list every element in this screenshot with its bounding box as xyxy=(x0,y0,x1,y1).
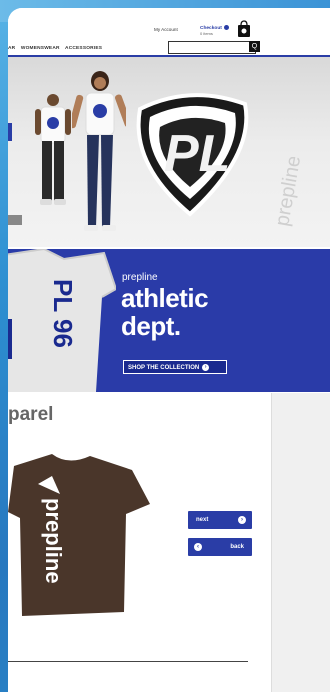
checkout-arrow-icon xyxy=(223,25,229,30)
cart-count: 0 items xyxy=(200,31,213,36)
hero-slider-tab[interactable] xyxy=(8,215,22,225)
nav-item-womenswear[interactable]: WOMENSWEAR xyxy=(21,46,60,51)
arrow-right-icon: › xyxy=(238,516,246,524)
page-frame: My Account Checkout 0 items Q AR WOMENSW… xyxy=(8,8,330,692)
search-input[interactable] xyxy=(168,41,256,54)
banner-headline-2: dept. xyxy=(121,311,181,341)
athletic-dept-banner[interactable]: PL 96 prepline athletic dept. SHOP THE C… xyxy=(8,249,330,392)
svg-text:prepline: prepline xyxy=(41,498,66,584)
site-header: My Account Checkout 0 items Q AR WOMENSW… xyxy=(8,8,330,64)
back-button[interactable]: ‹ back xyxy=(188,538,252,556)
banner-brand: prepline xyxy=(122,272,158,283)
hero-accent xyxy=(8,123,12,141)
next-button[interactable]: next › xyxy=(188,511,252,529)
banner-headline-1: athletic xyxy=(121,283,209,313)
section-divider xyxy=(8,661,248,662)
shop-collection-button[interactable]: SHOP THE COLLECTION › xyxy=(123,360,227,374)
my-account-link[interactable]: My Account xyxy=(154,27,178,32)
back-label: back xyxy=(230,544,244,550)
model-man-image xyxy=(35,94,71,205)
svg-text:PL 96: PL 96 xyxy=(48,279,78,348)
checkout-link[interactable]: Checkout xyxy=(200,25,229,31)
arrow-left-icon: ‹ xyxy=(194,543,202,551)
svg-text:PL: PL xyxy=(164,125,230,183)
next-label: next xyxy=(196,517,209,523)
section-title: parel xyxy=(8,404,54,425)
nav-item-accessories[interactable]: ACCESSORIES xyxy=(65,46,102,51)
pl-logo-icon: PL xyxy=(136,93,249,217)
chevron-right-icon: › xyxy=(202,363,210,371)
svg-text:prepline: prepline xyxy=(271,157,305,228)
search-icon[interactable]: Q xyxy=(249,41,260,52)
nav-item-partial[interactable]: AR xyxy=(8,46,15,51)
side-panel xyxy=(271,393,330,692)
main-nav: AR WOMENSWEAR ACCESSORIES xyxy=(8,46,106,51)
shop-collection-label: SHOP THE COLLECTION xyxy=(128,365,200,371)
model-woman-image xyxy=(72,71,126,231)
shopping-bag-icon[interactable] xyxy=(237,20,251,38)
athletic-shirt-image: PL 96 xyxy=(8,249,116,392)
wall-graffiti: prepline xyxy=(271,157,305,228)
hero-banner[interactable]: prepline PL xyxy=(8,57,330,247)
prepline-tee-image[interactable]: prepline xyxy=(8,448,158,628)
